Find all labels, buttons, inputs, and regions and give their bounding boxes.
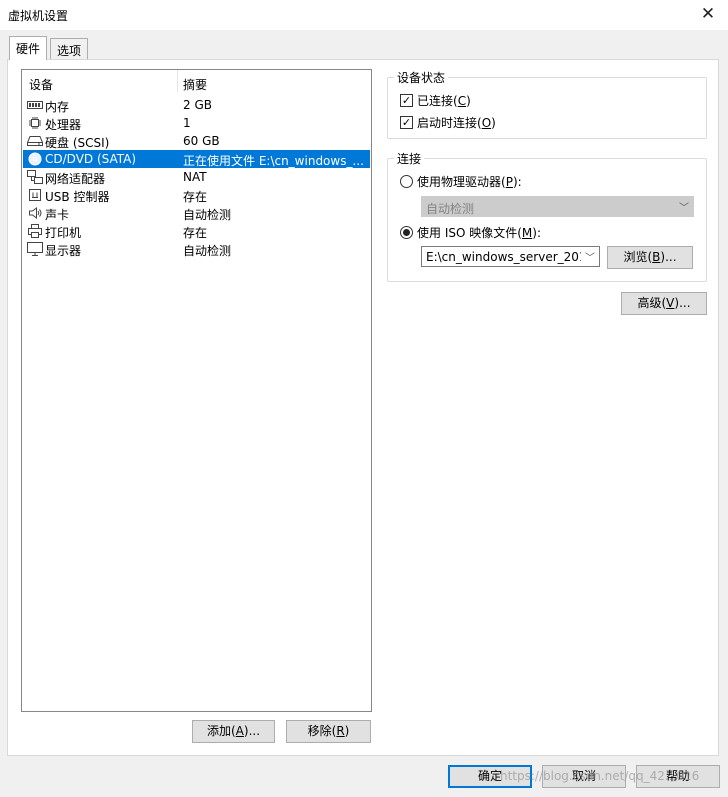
connect-at-power-on-checkbox-box[interactable]: ✓: [400, 116, 413, 129]
remove-button[interactable]: 移除(R): [286, 720, 371, 743]
device-summary: 60 GB: [183, 134, 220, 148]
device-row-cd-dvd[interactable]: CD/DVD (SATA) 正在使用文件 E:\cn_windows_...: [23, 150, 370, 168]
device-status-legend: 设备状态: [394, 69, 449, 86]
network-adapter-icon: [27, 169, 43, 185]
iso-image-key: M: [521, 226, 533, 240]
chevron-down-icon[interactable]: ﹀: [585, 249, 595, 264]
device-summary: 存在: [183, 190, 208, 204]
connected-label: 已连接(: [417, 94, 458, 108]
device-row-network-adapter[interactable]: 网络适配器 NAT: [23, 168, 370, 186]
device-list-header: 设备 摘要: [22, 70, 371, 92]
device-row-display[interactable]: 显示器 自动检测: [23, 240, 370, 258]
radio-selected-dot: [403, 229, 410, 236]
physical-drive-select: 自动检测 ﹀: [421, 196, 694, 217]
connect-at-power-on-suffix: ): [491, 116, 496, 130]
add-button-text: 添加(: [206, 724, 236, 738]
add-button-suffix: )...: [243, 724, 261, 738]
iso-path-combobox[interactable]: E:\cn_windows_server_201 ﹀: [421, 246, 600, 267]
printer-icon: [27, 223, 43, 239]
window-title: 虚拟机设置: [8, 9, 69, 23]
device-row-memory[interactable]: 内存 2 GB: [23, 96, 370, 114]
connected-checkbox-box[interactable]: ✓: [400, 94, 413, 107]
physical-drive-key: P: [505, 175, 513, 189]
device-list[interactable]: 设备 摘要 内存 2 GB 处理器 1 硬盘 (SCSI) 60 GB CD/D…: [21, 69, 372, 712]
device-name: 网络适配器: [45, 172, 106, 186]
device-name: 硬盘 (SCSI): [45, 136, 110, 150]
title-bar: 虚拟机设置 ✕: [0, 0, 728, 30]
physical-drive-radio-circle[interactable]: [400, 175, 413, 188]
watermark: https://blog.csdn.net/qq_42...016: [500, 769, 700, 783]
browse-button-suffix: )...: [660, 250, 677, 264]
iso-image-radio-circle[interactable]: [400, 226, 413, 239]
device-row-hard-disk[interactable]: 硬盘 (SCSI) 60 GB: [23, 132, 370, 150]
sound-card-icon: [27, 205, 43, 221]
device-name: USB 控制器: [45, 190, 110, 204]
device-name: 声卡: [45, 208, 70, 222]
browse-button-text: 浏览(: [623, 250, 653, 264]
connected-key: C: [457, 94, 467, 108]
iso-image-suffix: ):: [532, 226, 542, 240]
device-name: 处理器: [45, 118, 82, 132]
iso-image-radio[interactable]: 使用 ISO 映像文件(M):: [400, 224, 541, 241]
device-name: 显示器: [45, 244, 82, 258]
iso-image-label: 使用 ISO 映像文件(: [417, 226, 522, 240]
physical-drive-select-value: 自动检测: [426, 202, 475, 216]
physical-drive-radio[interactable]: 使用物理驱动器(P):: [400, 173, 522, 190]
usb-controller-icon: [27, 187, 43, 203]
connection-legend: 连接: [394, 150, 425, 167]
device-summary: 1: [183, 116, 191, 130]
tab-hardware-label: 硬件: [16, 42, 41, 56]
browse-button[interactable]: 浏览(B)...: [607, 246, 693, 269]
connected-checkbox[interactable]: ✓ 已连接(C): [400, 92, 471, 109]
advanced-button-text: 高级(: [637, 296, 667, 310]
cd-dvd-icon: [27, 151, 43, 167]
memory-icon: [27, 97, 43, 113]
connect-at-power-on-label: 启动时连接(: [417, 116, 482, 130]
device-row-usb-controller[interactable]: USB 控制器 存在: [23, 186, 370, 204]
remove-button-text: 移除(: [307, 724, 337, 738]
physical-drive-suffix: ):: [512, 175, 522, 189]
device-name: 打印机: [45, 226, 82, 240]
close-icon[interactable]: ✕: [698, 4, 718, 24]
remove-button-key: R: [336, 724, 345, 738]
advanced-button[interactable]: 高级(V)...: [621, 292, 707, 315]
display-icon: [27, 241, 43, 257]
tab-hardware[interactable]: 硬件: [9, 36, 48, 60]
connected-suffix: ): [466, 94, 471, 108]
device-row-sound-card[interactable]: 声卡 自动检测: [23, 204, 370, 222]
device-summary: 2 GB: [183, 98, 212, 112]
processor-icon: [27, 115, 43, 131]
add-button-key: A: [235, 724, 244, 738]
column-separator[interactable]: [177, 70, 178, 92]
device-row-processor[interactable]: 处理器 1: [23, 114, 370, 132]
column-header-summary[interactable]: 摘要: [183, 76, 207, 93]
device-summary: NAT: [183, 170, 207, 184]
device-summary: 自动检测: [183, 208, 232, 222]
device-summary: 正在使用文件 E:\cn_windows_...: [183, 154, 364, 168]
tab-options-label: 选项: [57, 44, 82, 58]
hard-disk-icon: [27, 133, 43, 149]
device-summary: 自动检测: [183, 244, 232, 258]
device-name: CD/DVD (SATA): [45, 152, 137, 166]
device-name: 内存: [45, 100, 70, 114]
ok-button-label: 确定: [477, 769, 502, 783]
advanced-button-suffix: )...: [674, 296, 691, 310]
connect-at-power-on-checkbox[interactable]: ✓ 启动时连接(O): [400, 114, 496, 131]
device-row-printer[interactable]: 打印机 存在: [23, 222, 370, 240]
tab-options[interactable]: 选项: [50, 38, 89, 60]
device-summary: 存在: [183, 226, 208, 240]
remove-button-suffix: ): [344, 724, 350, 738]
chevron-down-icon: ﹀: [679, 203, 689, 214]
physical-drive-label: 使用物理驱动器(: [417, 175, 506, 189]
iso-path-value: E:\cn_windows_server_201: [426, 250, 581, 264]
column-header-device[interactable]: 设备: [29, 76, 53, 93]
add-button[interactable]: 添加(A)...: [192, 720, 275, 743]
connect-at-power-on-key: O: [481, 116, 492, 130]
